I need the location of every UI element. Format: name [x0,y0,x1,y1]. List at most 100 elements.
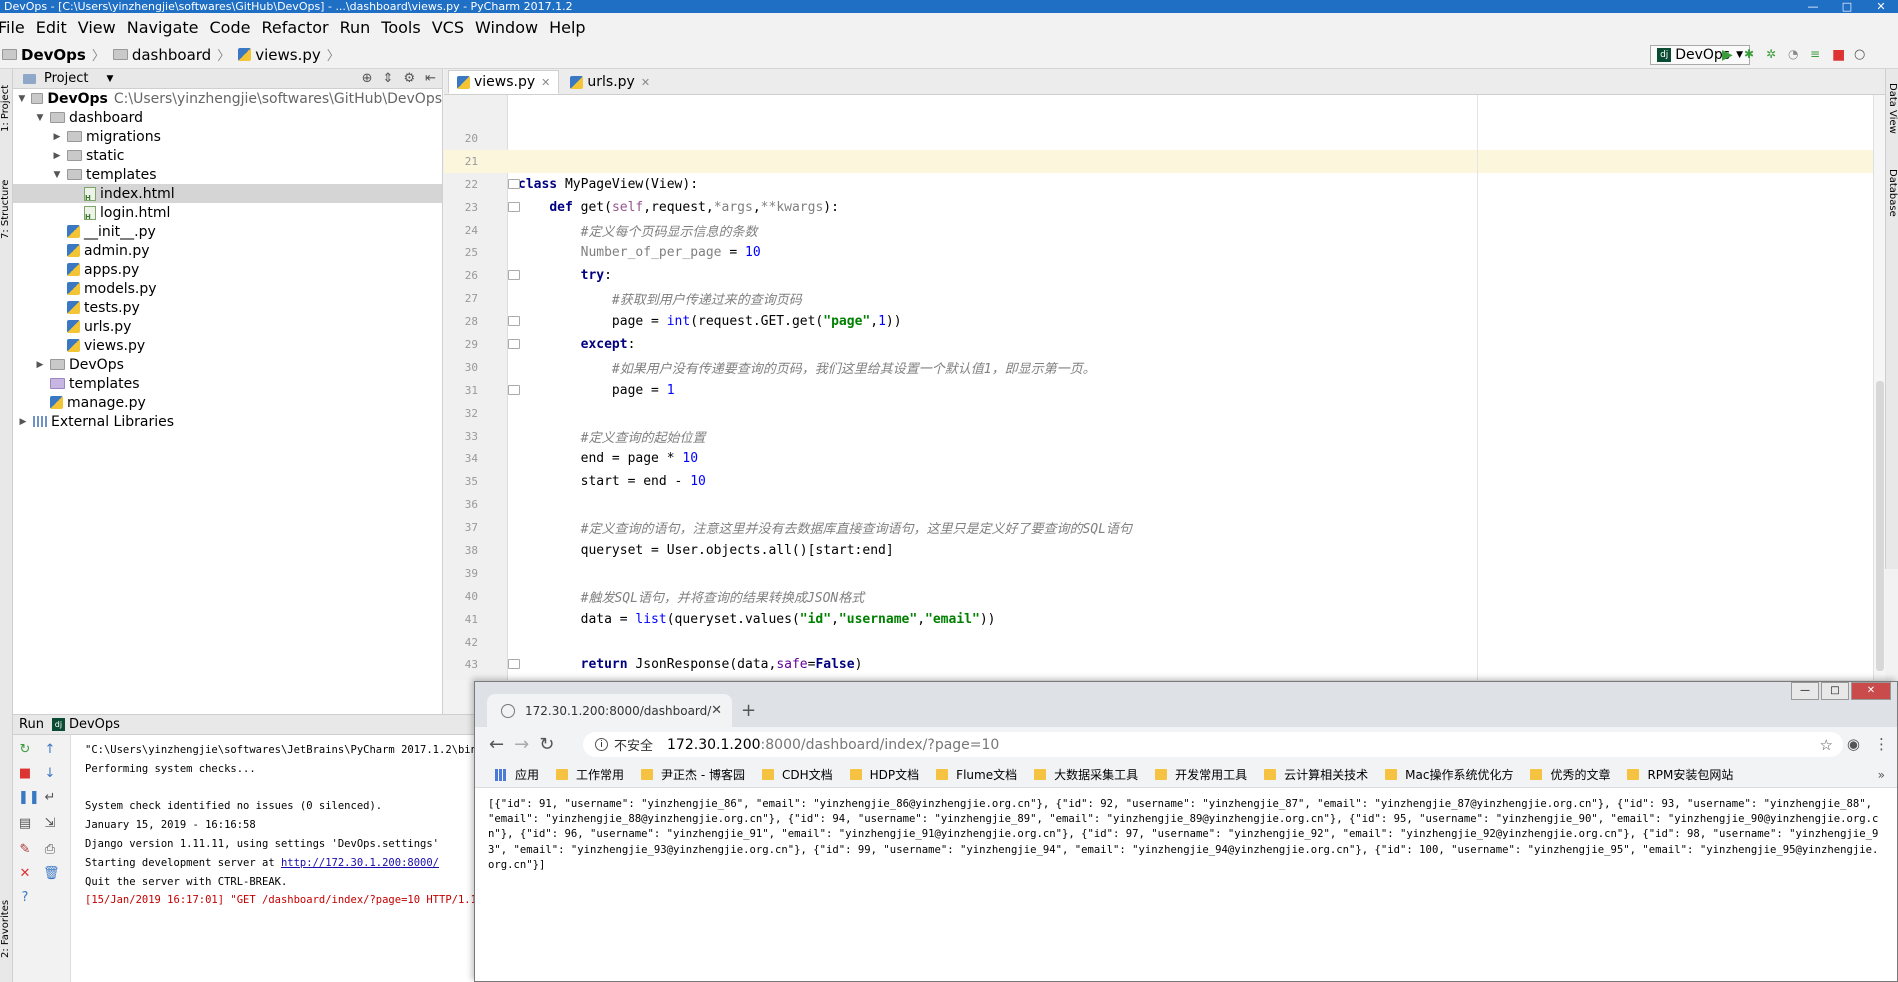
coverage-icon[interactable]: ✲ [1766,47,1780,61]
tree-item[interactable]: ▶ External Libraries [13,412,442,431]
bookmark-folder[interactable]: 优秀的文章 [1530,766,1610,783]
trash-icon[interactable]: 🗑 [43,867,60,881]
close-icon[interactable]: ✕ [641,76,650,89]
tree-item[interactable]: ▶ static [13,146,442,165]
minimize-button[interactable]: — [1796,0,1830,13]
search-everywhere-icon[interactable]: ○ [1854,47,1868,62]
code-line[interactable]: 43 return JsonResponse(data,safe=False) [444,653,1885,676]
code-line[interactable]: 36 [444,493,1885,516]
code-line[interactable]: 23 def get(self,request,*args,**kwargs): [444,196,1885,219]
menu-navigate[interactable]: Navigate [127,18,199,37]
tree-item[interactable]: tests.py [13,298,442,317]
fold-marker-icon[interactable] [508,339,520,350]
tree-root[interactable]: ▼ DevOps C:\Users\yinzhengjie\softwares\… [13,89,442,108]
run-icon[interactable]: ▶ [1722,47,1736,63]
code-line[interactable]: 25 Number_of_per_page = 10 [444,241,1885,264]
fold-marker-icon[interactable] [508,201,520,212]
code-line[interactable]: 41 data = list(queryset.values("id","use… [444,608,1885,631]
server-link[interactable]: http://172.30.1.200:8000/ [281,857,439,869]
tree-item[interactable]: ▶ DevOps [13,355,442,374]
close-button[interactable]: ✕ [1864,0,1898,13]
menu-kebab-icon[interactable]: ⋮ [1874,735,1889,753]
pin-icon[interactable]: ✎ [18,843,32,857]
tool-tab-favorites[interactable]: 2: Favorites [0,889,13,969]
tree-item[interactable]: login.html [13,203,442,222]
close-icon[interactable]: ✕ [541,76,550,89]
address-bar[interactable]: i 不安全 172.30.1.200:8000/dashboard/index/… [583,732,1843,757]
code-editor[interactable]: 20 21 22 class MyPageView(View): 23 def get(… [444,95,1885,680]
tree-item[interactable]: index.html [13,184,442,203]
bookmark-folder[interactable]: CDH文档 [762,766,833,783]
code-line[interactable]: 38 queryset = User.objects.all()[start:e… [444,539,1885,562]
menu-vcs[interactable]: VCS [432,18,464,37]
print-icon[interactable]: ⎙ [43,843,57,857]
back-icon[interactable]: ← [489,734,504,755]
info-icon[interactable]: i [595,738,608,751]
code-line[interactable]: 22 class MyPageView(View): [444,173,1885,196]
bookmark-folder[interactable]: Flume文档 [936,766,1017,783]
tree-item[interactable]: urls.py [13,317,442,336]
bookmark-folder[interactable]: HDP文档 [849,766,919,783]
bookmark-folder[interactable]: 云计算相关技术 [1264,766,1368,783]
code-line[interactable]: 30 #如果用户没有传递要查询的页码，我们这里给其设置一个默认值1，即显示第一页… [444,356,1885,379]
tree-item[interactable]: views.py [13,336,442,355]
fold-marker-icon[interactable] [508,659,520,670]
breadcrumb-folder[interactable]: dashboard 〉 [112,45,230,64]
tree-item[interactable]: ▶ migrations [13,127,442,146]
code-line[interactable]: 37 #定义查询的语句，注意这里并没有去数据库直接查询语句，这里只是定义好了要查… [444,516,1885,539]
reload-icon[interactable]: ↻ [539,734,554,755]
breadcrumb-file[interactable]: views.py 〉 [238,45,340,64]
tree-item[interactable]: __init__.py [13,222,442,241]
chevron-right-icon[interactable]: ▶ [51,151,63,161]
stop-icon[interactable]: ■ [18,767,32,781]
fold-marker-icon[interactable] [508,270,520,281]
collapse-all-icon[interactable]: ⇕ [383,71,394,86]
code-line[interactable]: 42 [444,631,1885,654]
bookmark-folder[interactable]: 大数据采集工具 [1034,766,1138,783]
hide-icon[interactable]: ⇤ [425,71,436,86]
up-arrow-icon[interactable]: ↑ [43,743,57,757]
chevron-down-icon[interactable]: ▼ [106,74,113,84]
console-output[interactable]: "C:\Users\yinzhengjie\softwares\JetBrain… [85,741,485,910]
chevron-right-icon[interactable]: » [1878,768,1885,782]
code-line[interactable]: 21 [444,149,1885,173]
run-config-tab[interactable]: DevOps [69,717,120,732]
maximize-button[interactable]: □ [1830,0,1864,13]
menu-view[interactable]: View [78,18,116,37]
rerun-icon[interactable]: ↻ [18,743,32,757]
bookmark-folder[interactable]: 尹正杰 - 博客园 [641,766,745,783]
fold-marker-icon[interactable] [508,178,520,189]
close-button[interactable]: ✕ [1851,682,1891,700]
profile-icon[interactable]: ◔ [1788,47,1802,61]
menu-window[interactable]: Window [475,18,538,37]
tree-item[interactable]: manage.py [13,393,442,412]
menu-edit[interactable]: Edit [36,18,67,37]
bookmark-folder[interactable]: RPM安装包网站 [1627,766,1733,783]
tab-urls-py[interactable]: urls.py ✕ [561,70,659,94]
help-icon[interactable]: ? [18,891,32,905]
chevron-down-icon[interactable]: ▼ [17,94,27,104]
tool-tab-project[interactable]: 1: Project [0,73,13,143]
close-icon[interactable]: ✕ [711,703,722,718]
new-tab-icon[interactable]: + [741,700,756,721]
code-line[interactable]: 39 [444,562,1885,585]
tree-item[interactable]: admin.py [13,241,442,260]
scroll-from-source-icon[interactable]: ⊕ [362,71,373,86]
menu-code[interactable]: Code [210,18,251,37]
tab-views-py[interactable]: views.py ✕ [448,70,560,94]
scroll-to-end-icon[interactable]: ⇲ [43,817,57,831]
bookmark-folder[interactable]: 开发常用工具 [1155,766,1247,783]
code-line[interactable]: 40 #触发SQL语句，并将查询的结果转换成JSON格式 [444,585,1885,608]
code-line[interactable]: 32 [444,402,1885,425]
tool-tab-database[interactable]: Database [1885,169,1898,229]
editor-scrollbar[interactable] [1873,95,1885,680]
debug-icon[interactable]: ✱ [1744,47,1758,61]
bookmark-apps[interactable]: 应用 [495,766,539,783]
bookmark-folder[interactable]: 工作常用 [556,766,624,783]
stop-icon[interactable]: ■ [1832,47,1846,63]
chevron-right-icon[interactable]: ▶ [17,417,29,427]
soft-wrap-icon[interactable]: ↵ [43,791,57,805]
minimize-button[interactable]: — [1791,682,1819,700]
breadcrumb-project[interactable]: DevOps 〉 [2,45,105,64]
chevron-down-icon[interactable]: ▼ [34,113,46,123]
